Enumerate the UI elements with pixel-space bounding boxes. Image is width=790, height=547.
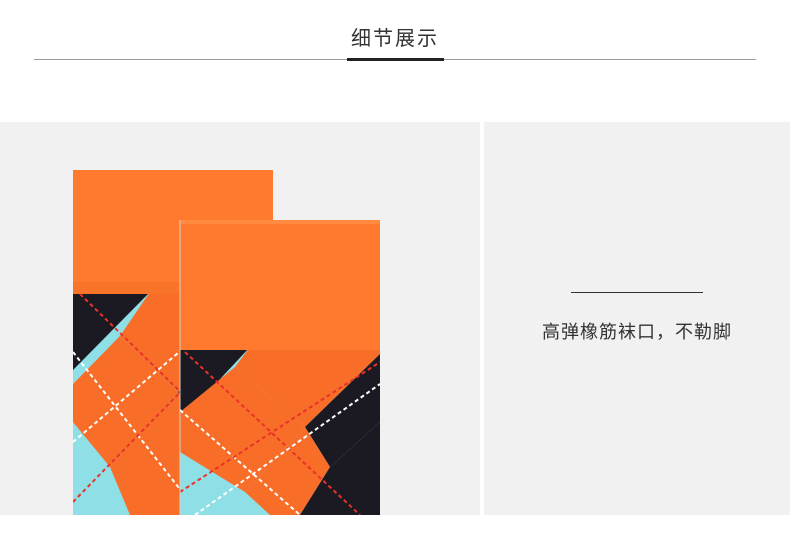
front-sock xyxy=(179,220,380,515)
description-rule xyxy=(571,292,703,293)
detail-description: 高弹橡筋袜口，不勒脚 xyxy=(542,322,732,343)
front-sock-cuff xyxy=(180,220,380,350)
section-title: 细节展示 xyxy=(351,26,439,50)
product-image-panel xyxy=(0,122,480,515)
argyle-socks-image xyxy=(73,170,380,515)
detail-text-panel: 高弹橡筋袜口，不勒脚 xyxy=(484,122,790,515)
title-underline xyxy=(347,58,444,61)
section-header: 细节展示 xyxy=(0,0,790,70)
